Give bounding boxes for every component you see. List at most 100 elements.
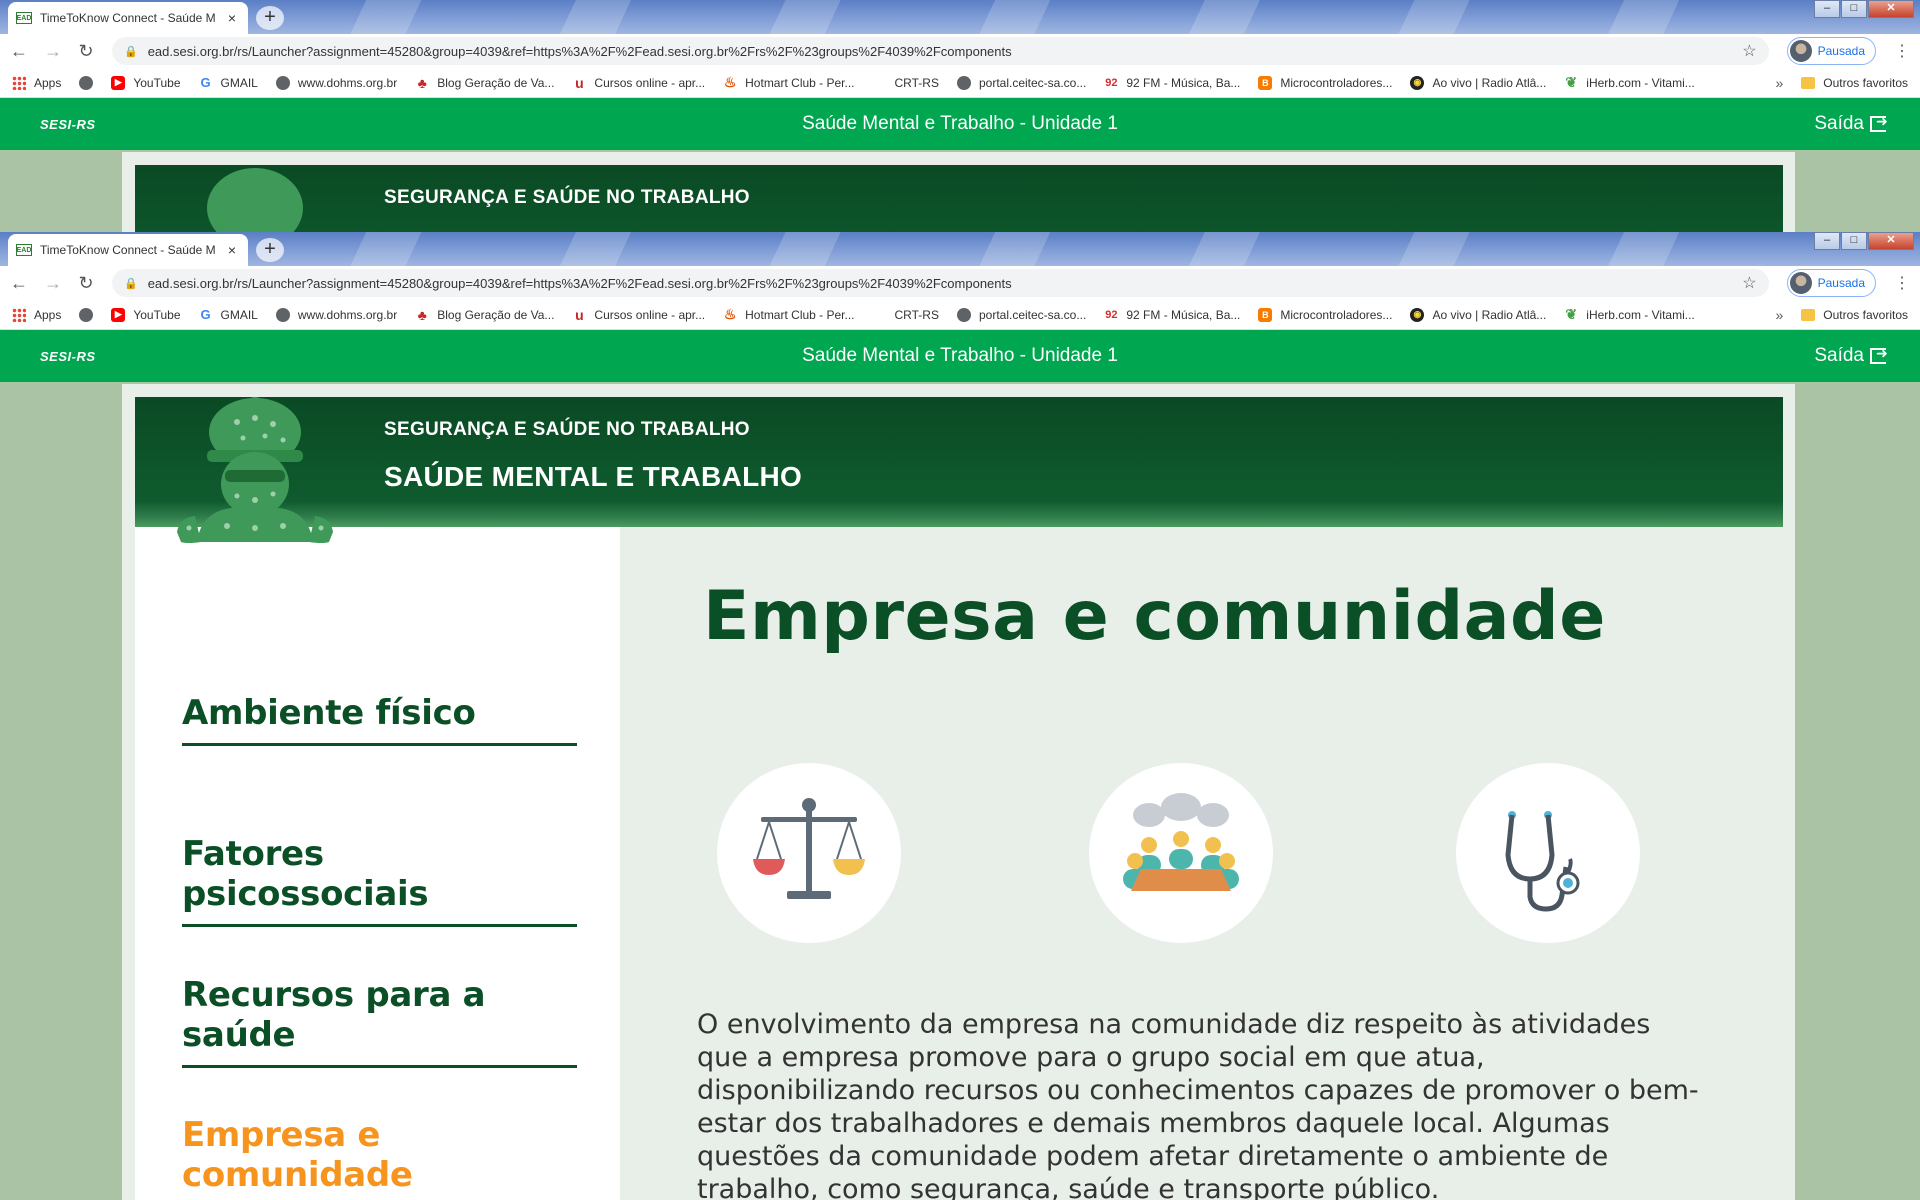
reload-button[interactable]: ↻ [78,41,94,62]
bookmark-item[interactable]: ♨ Hotmart Club - Per... [723,74,855,90]
bookmark-item[interactable]: ◉ Ao vivo | Radio Atlâ... [1410,307,1546,322]
bookmark-item[interactable]: Apps [12,307,61,322]
bookmark-item[interactable]: CRT-RS [873,76,939,90]
bookmark-star-icon[interactable]: ☆ [1742,41,1756,61]
exit-label: Saída [1814,345,1864,366]
address-bar: ← → ↻ 🔒 ead.sesi.org.br/rs/Launcher?assi… [0,34,1920,68]
globe-icon [275,307,290,322]
minimize-button[interactable]: – [1814,0,1840,18]
bookmark-item[interactable]: ♣ Blog Geração de Va... [415,74,555,91]
browser-tab[interactable]: EAD TimeToKnow Connect - Saúde M × [8,234,248,266]
close-tab-icon[interactable]: × [224,10,240,26]
bookmark-item[interactable]: www.dohms.org.br [275,307,398,322]
youtube-icon: ▶ [111,307,126,322]
profile-button[interactable]: Pausada [1786,269,1876,297]
radio-icon: ◉ [1410,307,1425,322]
minimize-button[interactable]: – [1814,232,1840,250]
bookmark-item[interactable]: Apps [12,75,61,90]
globe-icon [79,75,94,90]
url-text[interactable]: ead.sesi.org.br/rs/Launcher?assignment=4… [148,44,1733,59]
bookmark-item[interactable] [79,75,94,90]
bookmark-label: YouTube [133,75,181,90]
logout-icon [1870,345,1888,364]
ead-favicon-icon: EAD [16,244,32,256]
bookmark-star-icon[interactable]: ☆ [1742,273,1756,293]
bookmark-item[interactable]: 92 92 FM - Música, Ba... [1104,76,1240,90]
bookmark-item[interactable]: ❦ iHerb.com - Vitami... [1564,74,1694,90]
bookmark-label: www.dohms.org.br [297,307,398,322]
other-bookmarks-folder[interactable]: Outros favoritos [1801,308,1908,322]
new-tab-button[interactable]: + [256,238,284,262]
url-omnibox[interactable]: 🔒 ead.sesi.org.br/rs/Launcher?assignment… [112,269,1769,297]
other-bookmarks-label: Outros favoritos [1823,307,1908,322]
topic-sidebar: Ambiente físico Fatores psicossociais Re… [135,527,620,1200]
url-omnibox[interactable]: 🔒 ead.sesi.org.br/rs/Launcher?assignment… [112,37,1769,65]
bookmark-item[interactable]: u Cursos online - apr... [572,75,706,91]
bookmark-label: Cursos online - apr... [594,75,706,90]
globe-icon [956,75,971,90]
browser-tab[interactable]: EAD TimeToKnow Connect - Saúde M × [8,2,248,34]
bookmark-item[interactable]: www.dohms.org.br [275,75,397,90]
address-bar: ← → ↻ 🔒 ead.sesi.org.br/rs/Launcher?assi… [0,266,1920,300]
avatar [1789,40,1812,62]
other-bookmarks-folder[interactable]: Outros favoritos [1801,76,1908,90]
exit-button[interactable]: Saída [1814,113,1887,135]
sesi-logo[interactable]: SESI-RS [40,117,96,132]
close-window-button[interactable]: ✕ [1868,0,1914,18]
worker-mascot-icon [207,168,303,232]
close-tab-icon[interactable]: × [224,242,240,258]
stethoscope-icon [1505,811,1580,912]
more-bookmarks-icon[interactable]: » [1776,307,1784,323]
bookmark-item[interactable]: G GMAIL [199,307,257,322]
bookmark-item[interactable] [79,307,94,322]
bookmark-item[interactable]: ♨ Hotmart Club - Per... [723,306,855,322]
bookmark-item[interactable]: ❦ iHerb.com - Vitami... [1564,306,1694,322]
udemy-icon: u [575,306,584,323]
forward-button[interactable]: → [44,273,62,294]
forward-button[interactable]: → [44,41,62,62]
bookmark-item[interactable]: portal.ceitec-sa.co... [956,75,1086,90]
back-button[interactable]: ← [10,273,28,294]
scales-icon [753,798,865,899]
sidebar-item-fatores-psicossociais[interactable]: Fatores psicossociais [182,834,577,927]
bookmark-item[interactable]: ◉ Ao vivo | Radio Atlâ... [1410,75,1546,90]
course-stage: SEGURANÇA E SAÚDE NO TRABALHO [122,152,1795,232]
flame-icon: ♨ [723,306,737,322]
window-controls: – □ ✕ [1814,0,1914,18]
leaf-icon: ❦ [1565,306,1578,322]
new-tab-button[interactable]: + [256,6,284,30]
bookmark-label: Blog Geração de Va... [437,75,555,90]
content-panel: Empresa e comunidade O envolvimento da e… [620,527,1782,1200]
reload-button[interactable]: ↻ [78,273,94,294]
url-text[interactable]: ead.sesi.org.br/rs/Launcher?assignment=4… [148,276,1733,291]
close-window-button[interactable]: ✕ [1868,232,1914,250]
club-icon: ♣ [417,74,427,91]
bookmark-item[interactable]: ▶ YouTube [111,307,181,322]
lock-icon: 🔒 [124,45,138,58]
bookmark-label: Microcontroladores... [1280,75,1393,90]
browser-menu-icon[interactable]: ⋮ [1894,41,1910,61]
bookmark-item[interactable]: B Microcontroladores... [1258,307,1392,322]
profile-button[interactable]: Pausada [1786,37,1876,65]
bookmark-item[interactable]: ▶ YouTube [111,75,181,90]
back-button[interactable]: ← [10,41,28,62]
browser-window-background: EAD TimeToKnow Connect - Saúde M × + – □… [0,0,1920,232]
bookmark-item[interactable]: ♣ Blog Geração de Va... [415,307,555,323]
bookmark-label: Hotmart Club - Per... [745,307,855,322]
bookmark-item[interactable]: G GMAIL [199,75,257,90]
sidebar-item-recursos-para-a-saude[interactable]: Recursos para a saúde [182,975,577,1068]
bookmark-item[interactable]: B Microcontroladores... [1258,75,1393,90]
bookmark-item[interactable]: portal.ceitec-sa.co... [956,307,1086,322]
stethoscope-card [1456,763,1640,943]
sesi-logo[interactable]: SESI-RS [40,349,96,364]
bookmark-item[interactable]: CRT-RS [873,308,939,322]
exit-button[interactable]: Saída [1814,345,1888,367]
maximize-button[interactable]: □ [1841,0,1867,18]
sidebar-item-empresa-e-comunidade[interactable]: Empresa e comunidade [182,1115,577,1200]
maximize-button[interactable]: □ [1841,232,1867,250]
more-bookmarks-icon[interactable]: » [1776,75,1784,91]
browser-menu-icon[interactable]: ⋮ [1894,273,1910,293]
bookmark-item[interactable]: u Cursos online - apr... [572,306,705,323]
sidebar-item-ambiente-fisico[interactable]: Ambiente físico [182,693,577,746]
bookmark-item[interactable]: 92 92 FM - Música, Ba... [1104,308,1240,322]
